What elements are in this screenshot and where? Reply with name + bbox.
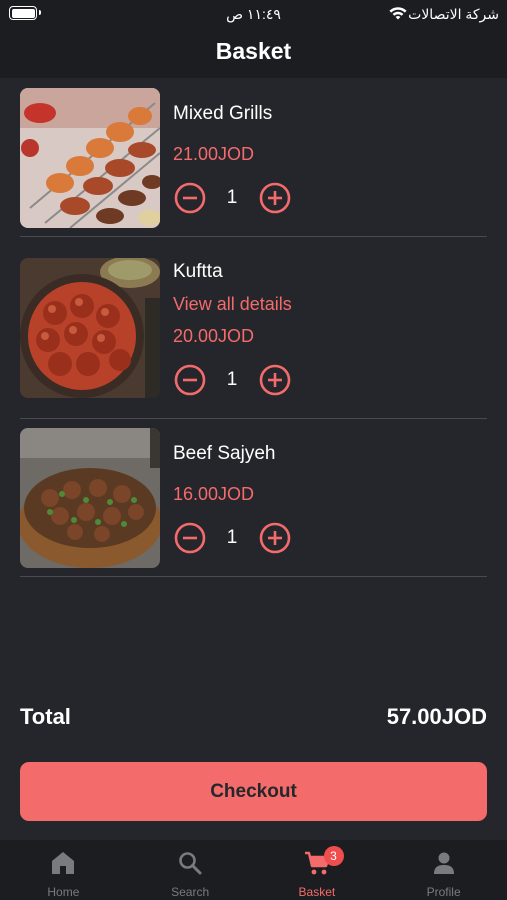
tab-label: Home: [47, 885, 80, 899]
decrease-quantity-button[interactable]: [174, 182, 206, 214]
item-price: 21.00JOD: [173, 144, 255, 164]
quantity-value: 1: [226, 187, 238, 208]
tab-label: Basket: [298, 885, 336, 899]
kuftta-image[interactable]: [20, 258, 160, 398]
profile-icon: [433, 852, 454, 874]
basket-item-kuftta: Kuftta View all details 20.00JOD 1: [20, 258, 487, 398]
view-details-link[interactable]: View all details: [173, 294, 292, 315]
tab-profile[interactable]: Profile: [380, 840, 507, 900]
wifi-icon: [389, 7, 407, 20]
tab-home[interactable]: Home: [0, 840, 127, 900]
status-bar: ١١:٤٩ ص شركة الاتصالات: [0, 0, 507, 30]
quantity-value: 1: [226, 369, 238, 390]
tab-label: Profile: [426, 885, 461, 899]
home-icon: [52, 852, 75, 874]
checkout-button[interactable]: Checkout: [20, 762, 487, 821]
divider: [20, 418, 487, 419]
item-name: Kuftta: [173, 261, 223, 282]
tab-label: Search: [171, 885, 210, 899]
quantity-value: 1: [226, 527, 238, 548]
increase-quantity-button[interactable]: [259, 522, 291, 554]
beef-sajyeh-image[interactable]: [20, 428, 160, 568]
bottom-tab-bar: Home Search 3 Basket Profile: [0, 840, 507, 900]
total-value: 57.00JOD: [386, 704, 487, 729]
divider: [20, 236, 487, 237]
header: Basket: [0, 30, 507, 78]
mixed-grills-image[interactable]: [20, 88, 160, 228]
basket-item-beef-sajyeh: Beef Sajyeh 16.00JOD 1: [20, 428, 487, 568]
cart-count-badge: 3: [323, 846, 344, 866]
decrease-quantity-button[interactable]: [174, 522, 206, 554]
tab-search[interactable]: Search: [127, 840, 254, 900]
basket-item-mixed-grills: Mixed Grills 21.00JOD 1: [20, 88, 487, 228]
increase-quantity-button[interactable]: [259, 364, 291, 396]
page-title: Basket: [215, 38, 292, 64]
divider: [20, 576, 487, 577]
decrease-quantity-button[interactable]: [174, 364, 206, 396]
search-icon: [179, 852, 202, 875]
increase-quantity-button[interactable]: [259, 182, 291, 214]
total-label: Total: [20, 704, 71, 729]
carrier-name: شركة الاتصالات: [408, 6, 499, 22]
item-price: 20.00JOD: [173, 326, 255, 346]
item-name: Beef Sajyeh: [173, 443, 276, 464]
tab-basket[interactable]: 3 Basket: [254, 840, 381, 900]
item-name: Mixed Grills: [173, 103, 273, 124]
item-price: 16.00JOD: [173, 484, 255, 504]
